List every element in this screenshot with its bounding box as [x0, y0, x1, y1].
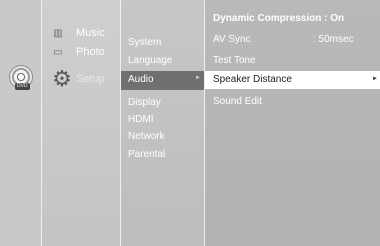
main-menu-label: Setup	[76, 73, 105, 85]
option-value: : 50msec	[313, 34, 354, 45]
setup-menu-item-language[interactable]: Language	[128, 55, 173, 66]
option-test-tone[interactable]: Test Tone	[205, 52, 380, 70]
main-menu-item-music[interactable]: ▥ Music	[52, 24, 105, 42]
disc-badge: DVD	[15, 83, 30, 90]
main-menu-label: Photo	[76, 46, 105, 58]
option-label: Speaker Distance	[213, 74, 292, 85]
main-menu-item-setup[interactable]: ⚙ Setup	[52, 66, 105, 91]
option-label: AV Sync	[213, 34, 251, 45]
option-dynamic-compression[interactable]: Dynamic Compression : On	[205, 10, 380, 28]
option-sound-edit[interactable]: Sound Edit	[205, 93, 380, 111]
option-label: Test Tone	[213, 55, 256, 66]
setup-menu-item-hdmi[interactable]: HDMI	[128, 114, 154, 125]
option-label: Sound Edit	[213, 96, 262, 107]
main-menu-item-photo[interactable]: ▭ Photo	[52, 43, 105, 61]
setup-menu-item-parental[interactable]: Parental	[128, 149, 165, 160]
option-speaker-distance[interactable]: Speaker Distance ►	[205, 71, 380, 89]
divider	[41, 0, 42, 246]
photo-icon: ▭	[53, 46, 63, 58]
option-label: Dynamic Compression : On	[213, 13, 345, 24]
music-icon: ▥	[53, 27, 63, 39]
arrow-right-icon: ►	[372, 76, 378, 82]
screen: DVD ▥ Music ▭ Photo ⚙ Setup System Langu…	[0, 0, 380, 246]
option-av-sync[interactable]: AV Sync : 50msec	[205, 31, 380, 49]
setup-menu-item-network[interactable]: Network	[128, 131, 165, 142]
setup-menu-item-audio[interactable]: Audio ►	[121, 71, 204, 90]
disc-column	[0, 0, 41, 246]
arrow-right-icon: ►	[195, 75, 201, 81]
setup-menu-item-system[interactable]: System	[128, 37, 161, 48]
divider	[120, 0, 121, 246]
setup-menu-item-display[interactable]: Display	[128, 97, 161, 108]
gear-icon: ⚙	[52, 66, 72, 91]
setup-menu-label: Audio	[128, 74, 154, 85]
main-menu-label: Music	[76, 27, 105, 39]
